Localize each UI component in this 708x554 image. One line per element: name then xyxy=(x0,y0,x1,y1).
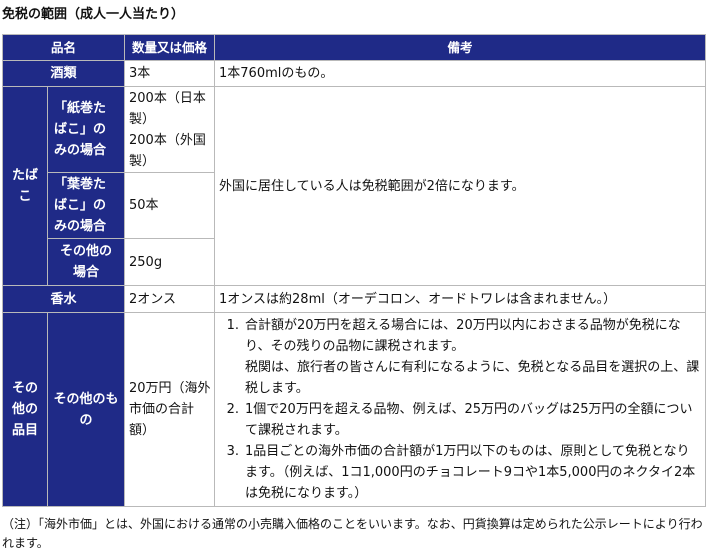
duty-free-table: 品名 数量又は価格 備考 酒類 3本 1本760mlのもの。 たばこ 「紙巻たば… xyxy=(1,34,707,507)
remark-perfume: 1オンスは約28ml（オーデコロン、オードトワレは含まれません。） xyxy=(214,285,707,313)
label-tobacco-other: その他の場合 xyxy=(46,238,126,286)
remark-tobacco: 外国に居住している人は免税範囲が2倍になります。 xyxy=(214,86,707,286)
note-number: 2. xyxy=(226,402,240,417)
row-cigarettes: たばこ 「紙巻たばこ」のみの場合 200本（日本製） 200本（外国製） 外国に… xyxy=(2,86,707,286)
header-quantity: 数量又は価格 xyxy=(124,34,216,61)
row-alcohol: 酒類 3本 1本760mlのもの。 xyxy=(1,60,707,87)
note-text: 1個で20万円を超える品物、例えば、25万円のバッグは25万円の全額について課税… xyxy=(245,402,693,438)
header-row: 品名 数量又は価格 備考 xyxy=(1,34,707,61)
note-item-3: 3. 1品目ごとの海外市価の合計額が1万円以下のものは、原則として免税となります… xyxy=(219,441,701,504)
quantity-alcohol: 3本 xyxy=(124,60,216,87)
remark-other-items: 1. 合計額が20万円を超える場合には、20万円以内におさまる品物が免税になり、… xyxy=(214,312,707,507)
header-item: 品名 xyxy=(1,34,126,61)
quantity-cigarettes: 200本（日本製） 200本（外国製） xyxy=(124,86,216,173)
page-title: 免税の範囲（成人一人当たり） xyxy=(2,7,185,22)
note-number: 3. xyxy=(226,444,240,459)
header-remarks: 備考 xyxy=(214,34,707,61)
label-other-items-text: その他の品目 xyxy=(11,381,38,438)
row-other-items: その他の品目 その他のもの 20万円（海外市価の合計額） 1. 合計額が20万円… xyxy=(2,312,707,507)
label-tobacco-text: たばこ xyxy=(12,168,39,204)
note-subtext: 税関は、旅行者の皆さんに有利になるように、免税となる品目を選択の上、課税します。 xyxy=(245,360,700,396)
quantity-cigarettes-foreign: 200本（外国製） xyxy=(129,132,206,169)
quantity-other-items: 20万円（海外市価の合計額） xyxy=(124,312,216,507)
quantity-perfume: 2オンス xyxy=(124,285,216,313)
quantity-cigars: 50本 xyxy=(124,172,216,239)
document-page: 免税の範囲（成人一人当たり） 品名 数量又は価格 備考 酒類 3本 1本760m… xyxy=(0,0,708,554)
quantity-tobacco-other: 250g xyxy=(124,238,216,286)
label-cigars-text: 「葉巻たばこ」のみの場合 xyxy=(54,177,107,234)
label-other-things: その他のもの xyxy=(46,312,126,507)
label-cigarettes: 「紙巻たばこ」のみの場合 xyxy=(46,86,126,173)
label-other-items: その他の品目 xyxy=(2,312,48,507)
note-text: 1品目ごとの海外市価の合計額が1万円以下のものは、原則として免税となります。（例… xyxy=(245,444,696,501)
note-body: 合計額が20万円を超える場合には、20万円以内におさまる品物が免税になり、その残… xyxy=(245,315,701,399)
notes-list: 1. 合計額が20万円を超える場合には、20万円以内におさまる品物が免税になり、… xyxy=(219,315,701,504)
note-item-2: 2. 1個で20万円を超える品物、例えば、25万円のバッグは25万円の全額につい… xyxy=(219,399,701,441)
label-perfume: 香水 xyxy=(1,285,126,313)
row-perfume: 香水 2オンス 1オンスは約28ml（オーデコロン、オードトワレは含まれません。… xyxy=(1,285,707,313)
quantity-other-items-text: 20万円（海外市価の合計額） xyxy=(129,381,211,438)
label-alcohol: 酒類 xyxy=(1,60,126,87)
remark-alcohol: 1本760mlのもの。 xyxy=(214,60,707,87)
label-cigarettes-text: 「紙巻たばこ」のみの場合 xyxy=(54,101,107,158)
note-text: 合計額が20万円を超える場合には、20万円以内におさまる品物が免税になり、その残… xyxy=(245,318,681,354)
footnote: （注）「海外市価」とは、外国における通常の小売購入価格のことをいいます。なお、円… xyxy=(2,517,703,550)
label-cigars: 「葉巻たばこ」のみの場合 xyxy=(46,172,126,239)
note-number: 1. xyxy=(226,318,240,333)
quantity-cigarettes-jp: 200本（日本製） xyxy=(129,90,206,127)
label-tobacco: たばこ xyxy=(2,86,48,286)
label-tobacco-other-text: その他の場合 xyxy=(59,244,112,280)
note-item-1: 1. 合計額が20万円を超える場合には、20万円以内におさまる品物が免税になり、… xyxy=(219,315,701,399)
label-other-things-text: その他のもの xyxy=(53,391,119,428)
